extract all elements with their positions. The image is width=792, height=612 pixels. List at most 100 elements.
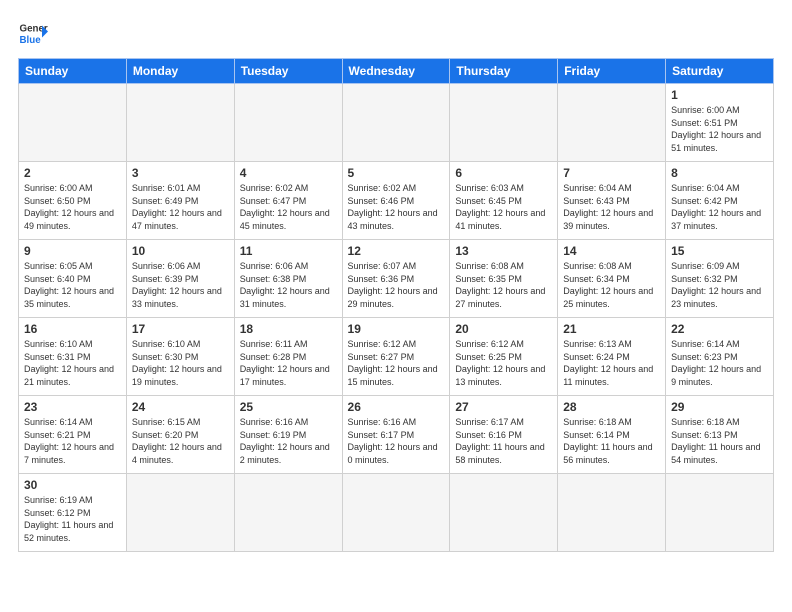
day-info: Sunrise: 6:09 AMSunset: 6:32 PMDaylight:… [671, 260, 768, 310]
day-info: Sunrise: 6:01 AMSunset: 6:49 PMDaylight:… [132, 182, 229, 232]
day-info: Sunrise: 6:10 AMSunset: 6:31 PMDaylight:… [24, 338, 121, 388]
day-number: 24 [132, 400, 229, 414]
empty-cell [126, 84, 234, 162]
weekday-header-thursday: Thursday [450, 59, 558, 84]
day-number: 14 [563, 244, 660, 258]
day-cell-23: 23 Sunrise: 6:14 AMSunset: 6:21 PMDayligh… [19, 396, 127, 474]
day-number: 20 [455, 322, 552, 336]
empty-cell [558, 474, 666, 552]
logo-icon: General Blue [18, 18, 48, 48]
day-info: Sunrise: 6:00 AMSunset: 6:50 PMDaylight:… [24, 182, 121, 232]
day-cell-12: 12 Sunrise: 6:07 AMSunset: 6:36 PMDayligh… [342, 240, 450, 318]
day-cell-3: 3 Sunrise: 6:01 AMSunset: 6:49 PMDaylight… [126, 162, 234, 240]
day-info: Sunrise: 6:07 AMSunset: 6:36 PMDaylight:… [348, 260, 445, 310]
empty-cell [19, 84, 127, 162]
day-info: Sunrise: 6:13 AMSunset: 6:24 PMDaylight:… [563, 338, 660, 388]
day-number: 18 [240, 322, 337, 336]
day-info: Sunrise: 6:12 AMSunset: 6:25 PMDaylight:… [455, 338, 552, 388]
calendar: SundayMondayTuesdayWednesdayThursdayFrid… [18, 58, 774, 552]
weekday-header-monday: Monday [126, 59, 234, 84]
weekday-header-tuesday: Tuesday [234, 59, 342, 84]
day-cell-5: 5 Sunrise: 6:02 AMSunset: 6:46 PMDaylight… [342, 162, 450, 240]
day-info: Sunrise: 6:02 AMSunset: 6:47 PMDaylight:… [240, 182, 337, 232]
day-cell-15: 15Sunrise: 6:09 AMSunset: 6:32 PMDayligh… [666, 240, 774, 318]
day-number: 16 [24, 322, 121, 336]
empty-cell [666, 474, 774, 552]
day-cell-18: 18 Sunrise: 6:11 AMSunset: 6:28 PMDayligh… [234, 318, 342, 396]
day-cell-9: 9Sunrise: 6:05 AMSunset: 6:40 PMDaylight… [19, 240, 127, 318]
weekday-header-sunday: Sunday [19, 59, 127, 84]
day-number: 22 [671, 322, 768, 336]
day-cell-4: 4 Sunrise: 6:02 AMSunset: 6:47 PMDaylight… [234, 162, 342, 240]
day-info: Sunrise: 6:16 AMSunset: 6:19 PMDaylight:… [240, 416, 337, 466]
day-number: 12 [348, 244, 445, 258]
day-cell-10: 10Sunrise: 6:06 AMSunset: 6:39 PMDayligh… [126, 240, 234, 318]
day-cell-24: 24 Sunrise: 6:15 AMSunset: 6:20 PMDayligh… [126, 396, 234, 474]
day-cell-17: 17Sunrise: 6:10 AMSunset: 6:30 PMDayligh… [126, 318, 234, 396]
day-cell-2: 2Sunrise: 6:00 AMSunset: 6:50 PMDaylight… [19, 162, 127, 240]
day-number: 23 [24, 400, 121, 414]
empty-cell [450, 84, 558, 162]
day-number: 27 [455, 400, 552, 414]
day-info: Sunrise: 6:14 AMSunset: 6:23 PMDaylight:… [671, 338, 768, 388]
day-cell-13: 13 Sunrise: 6:08 AMSunset: 6:35 PMDayligh… [450, 240, 558, 318]
day-cell-30: 30Sunrise: 6:19 AMSunset: 6:12 PMDayligh… [19, 474, 127, 552]
day-cell-1: 1 Sunrise: 6:00 AMSunset: 6:51 PMDaylight… [666, 84, 774, 162]
day-info: Sunrise: 6:04 AMSunset: 6:42 PMDaylight:… [671, 182, 768, 232]
header: General Blue [18, 18, 774, 48]
day-number: 19 [348, 322, 445, 336]
day-number: 6 [455, 166, 552, 180]
day-info: Sunrise: 6:02 AMSunset: 6:46 PMDaylight:… [348, 182, 445, 232]
day-cell-16: 16 Sunrise: 6:10 AMSunset: 6:31 PMDayligh… [19, 318, 127, 396]
day-info: Sunrise: 6:14 AMSunset: 6:21 PMDaylight:… [24, 416, 121, 466]
day-number: 26 [348, 400, 445, 414]
day-number: 13 [455, 244, 552, 258]
day-info: Sunrise: 6:12 AMSunset: 6:27 PMDaylight:… [348, 338, 445, 388]
day-info: Sunrise: 6:08 AMSunset: 6:34 PMDaylight:… [563, 260, 660, 310]
day-cell-28: 28Sunrise: 6:18 AMSunset: 6:14 PMDayligh… [558, 396, 666, 474]
day-number: 5 [348, 166, 445, 180]
weekday-header-saturday: Saturday [666, 59, 774, 84]
day-info: Sunrise: 6:15 AMSunset: 6:20 PMDaylight:… [132, 416, 229, 466]
day-cell-29: 29Sunrise: 6:18 AMSunset: 6:13 PMDayligh… [666, 396, 774, 474]
day-cell-19: 19 Sunrise: 6:12 AMSunset: 6:27 PMDayligh… [342, 318, 450, 396]
day-number: 21 [563, 322, 660, 336]
day-number: 1 [671, 88, 768, 102]
day-number: 28 [563, 400, 660, 414]
day-cell-8: 8 Sunrise: 6:04 AMSunset: 6:42 PMDaylight… [666, 162, 774, 240]
empty-cell [234, 474, 342, 552]
empty-cell [342, 84, 450, 162]
day-cell-26: 26 Sunrise: 6:16 AMSunset: 6:17 PMDayligh… [342, 396, 450, 474]
day-info: Sunrise: 6:03 AMSunset: 6:45 PMDaylight:… [455, 182, 552, 232]
day-cell-14: 14 Sunrise: 6:08 AMSunset: 6:34 PMDayligh… [558, 240, 666, 318]
day-number: 30 [24, 478, 121, 492]
day-info: Sunrise: 6:10 AMSunset: 6:30 PMDaylight:… [132, 338, 229, 388]
day-cell-21: 21 Sunrise: 6:13 AMSunset: 6:24 PMDayligh… [558, 318, 666, 396]
svg-text:Blue: Blue [20, 35, 42, 46]
day-cell-7: 7 Sunrise: 6:04 AMSunset: 6:43 PMDaylight… [558, 162, 666, 240]
empty-cell [342, 474, 450, 552]
day-number: 11 [240, 244, 337, 258]
day-number: 4 [240, 166, 337, 180]
day-info: Sunrise: 6:00 AMSunset: 6:51 PMDaylight:… [671, 104, 768, 154]
day-cell-6: 6 Sunrise: 6:03 AMSunset: 6:45 PMDaylight… [450, 162, 558, 240]
day-info: Sunrise: 6:11 AMSunset: 6:28 PMDaylight:… [240, 338, 337, 388]
day-number: 25 [240, 400, 337, 414]
day-number: 7 [563, 166, 660, 180]
day-cell-11: 11Sunrise: 6:06 AMSunset: 6:38 PMDayligh… [234, 240, 342, 318]
page: General Blue SundayMondayTuesdayWednesda… [0, 0, 792, 612]
day-info: Sunrise: 6:06 AMSunset: 6:39 PMDaylight:… [132, 260, 229, 310]
day-info: Sunrise: 6:08 AMSunset: 6:35 PMDaylight:… [455, 260, 552, 310]
empty-cell [558, 84, 666, 162]
weekday-header-wednesday: Wednesday [342, 59, 450, 84]
day-info: Sunrise: 6:17 AMSunset: 6:16 PMDaylight:… [455, 416, 552, 466]
day-number: 3 [132, 166, 229, 180]
day-info: Sunrise: 6:18 AMSunset: 6:13 PMDaylight:… [671, 416, 768, 466]
day-cell-20: 20 Sunrise: 6:12 AMSunset: 6:25 PMDayligh… [450, 318, 558, 396]
empty-cell [126, 474, 234, 552]
day-info: Sunrise: 6:04 AMSunset: 6:43 PMDaylight:… [563, 182, 660, 232]
day-number: 8 [671, 166, 768, 180]
day-number: 9 [24, 244, 121, 258]
day-cell-27: 27 Sunrise: 6:17 AMSunset: 6:16 PMDayligh… [450, 396, 558, 474]
day-info: Sunrise: 6:16 AMSunset: 6:17 PMDaylight:… [348, 416, 445, 466]
